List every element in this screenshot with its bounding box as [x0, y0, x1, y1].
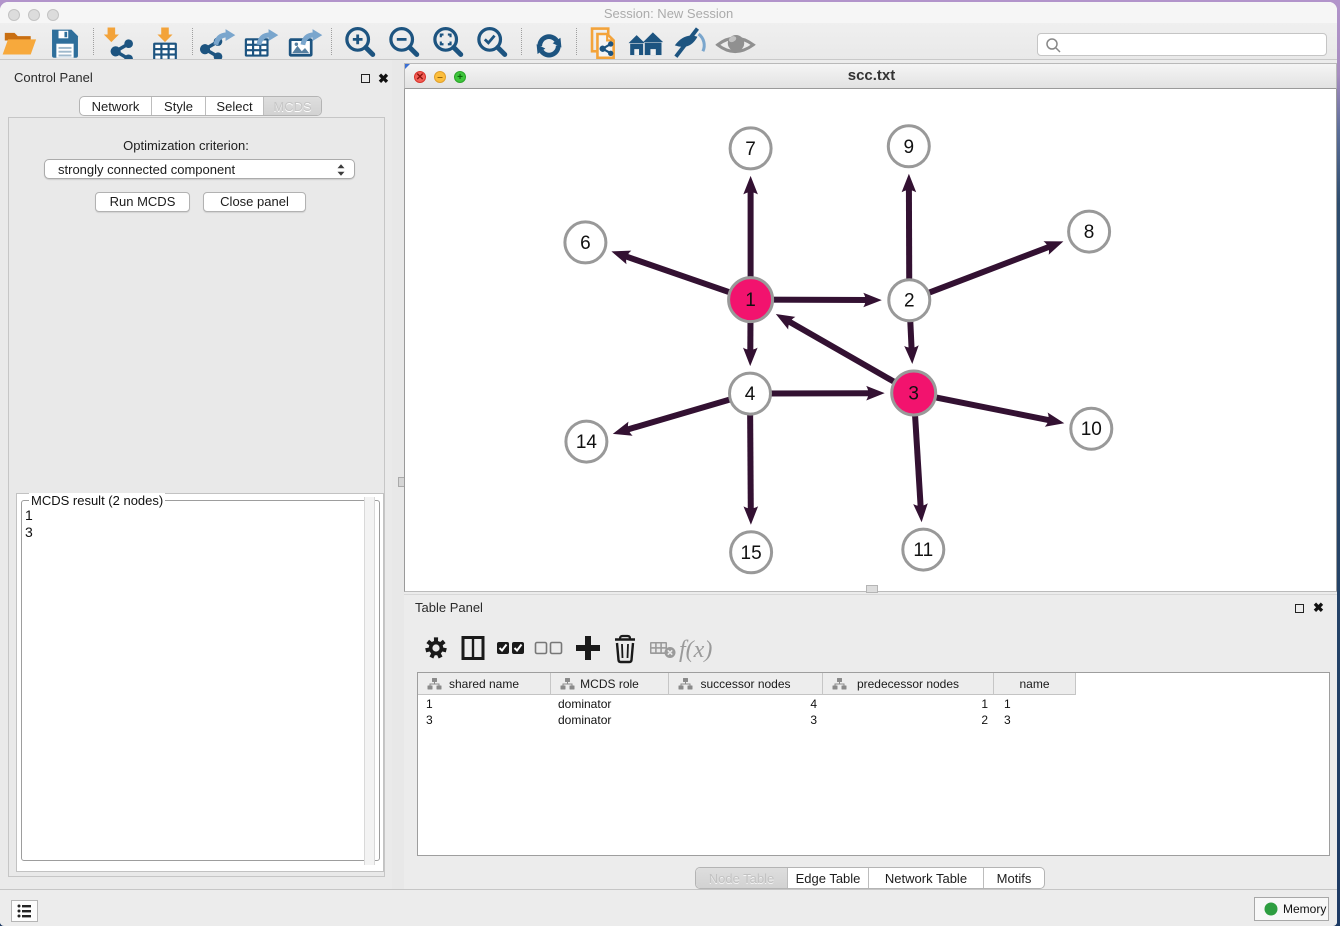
svg-text:4: 4 — [745, 384, 756, 405]
svg-text:14: 14 — [576, 432, 598, 453]
svg-text:7: 7 — [745, 139, 756, 160]
svg-text:2: 2 — [904, 291, 915, 312]
svg-text:10: 10 — [1081, 419, 1102, 440]
svg-text:9: 9 — [904, 137, 915, 158]
svg-text:f(x): f(x) — [679, 637, 712, 663]
svg-text:3: 3 — [908, 384, 919, 405]
svg-text:11: 11 — [913, 540, 933, 561]
svg-text:6: 6 — [580, 233, 591, 254]
svg-text:1: 1 — [745, 290, 756, 311]
svg-text:15: 15 — [741, 543, 762, 564]
svg-text:8: 8 — [1084, 222, 1095, 243]
